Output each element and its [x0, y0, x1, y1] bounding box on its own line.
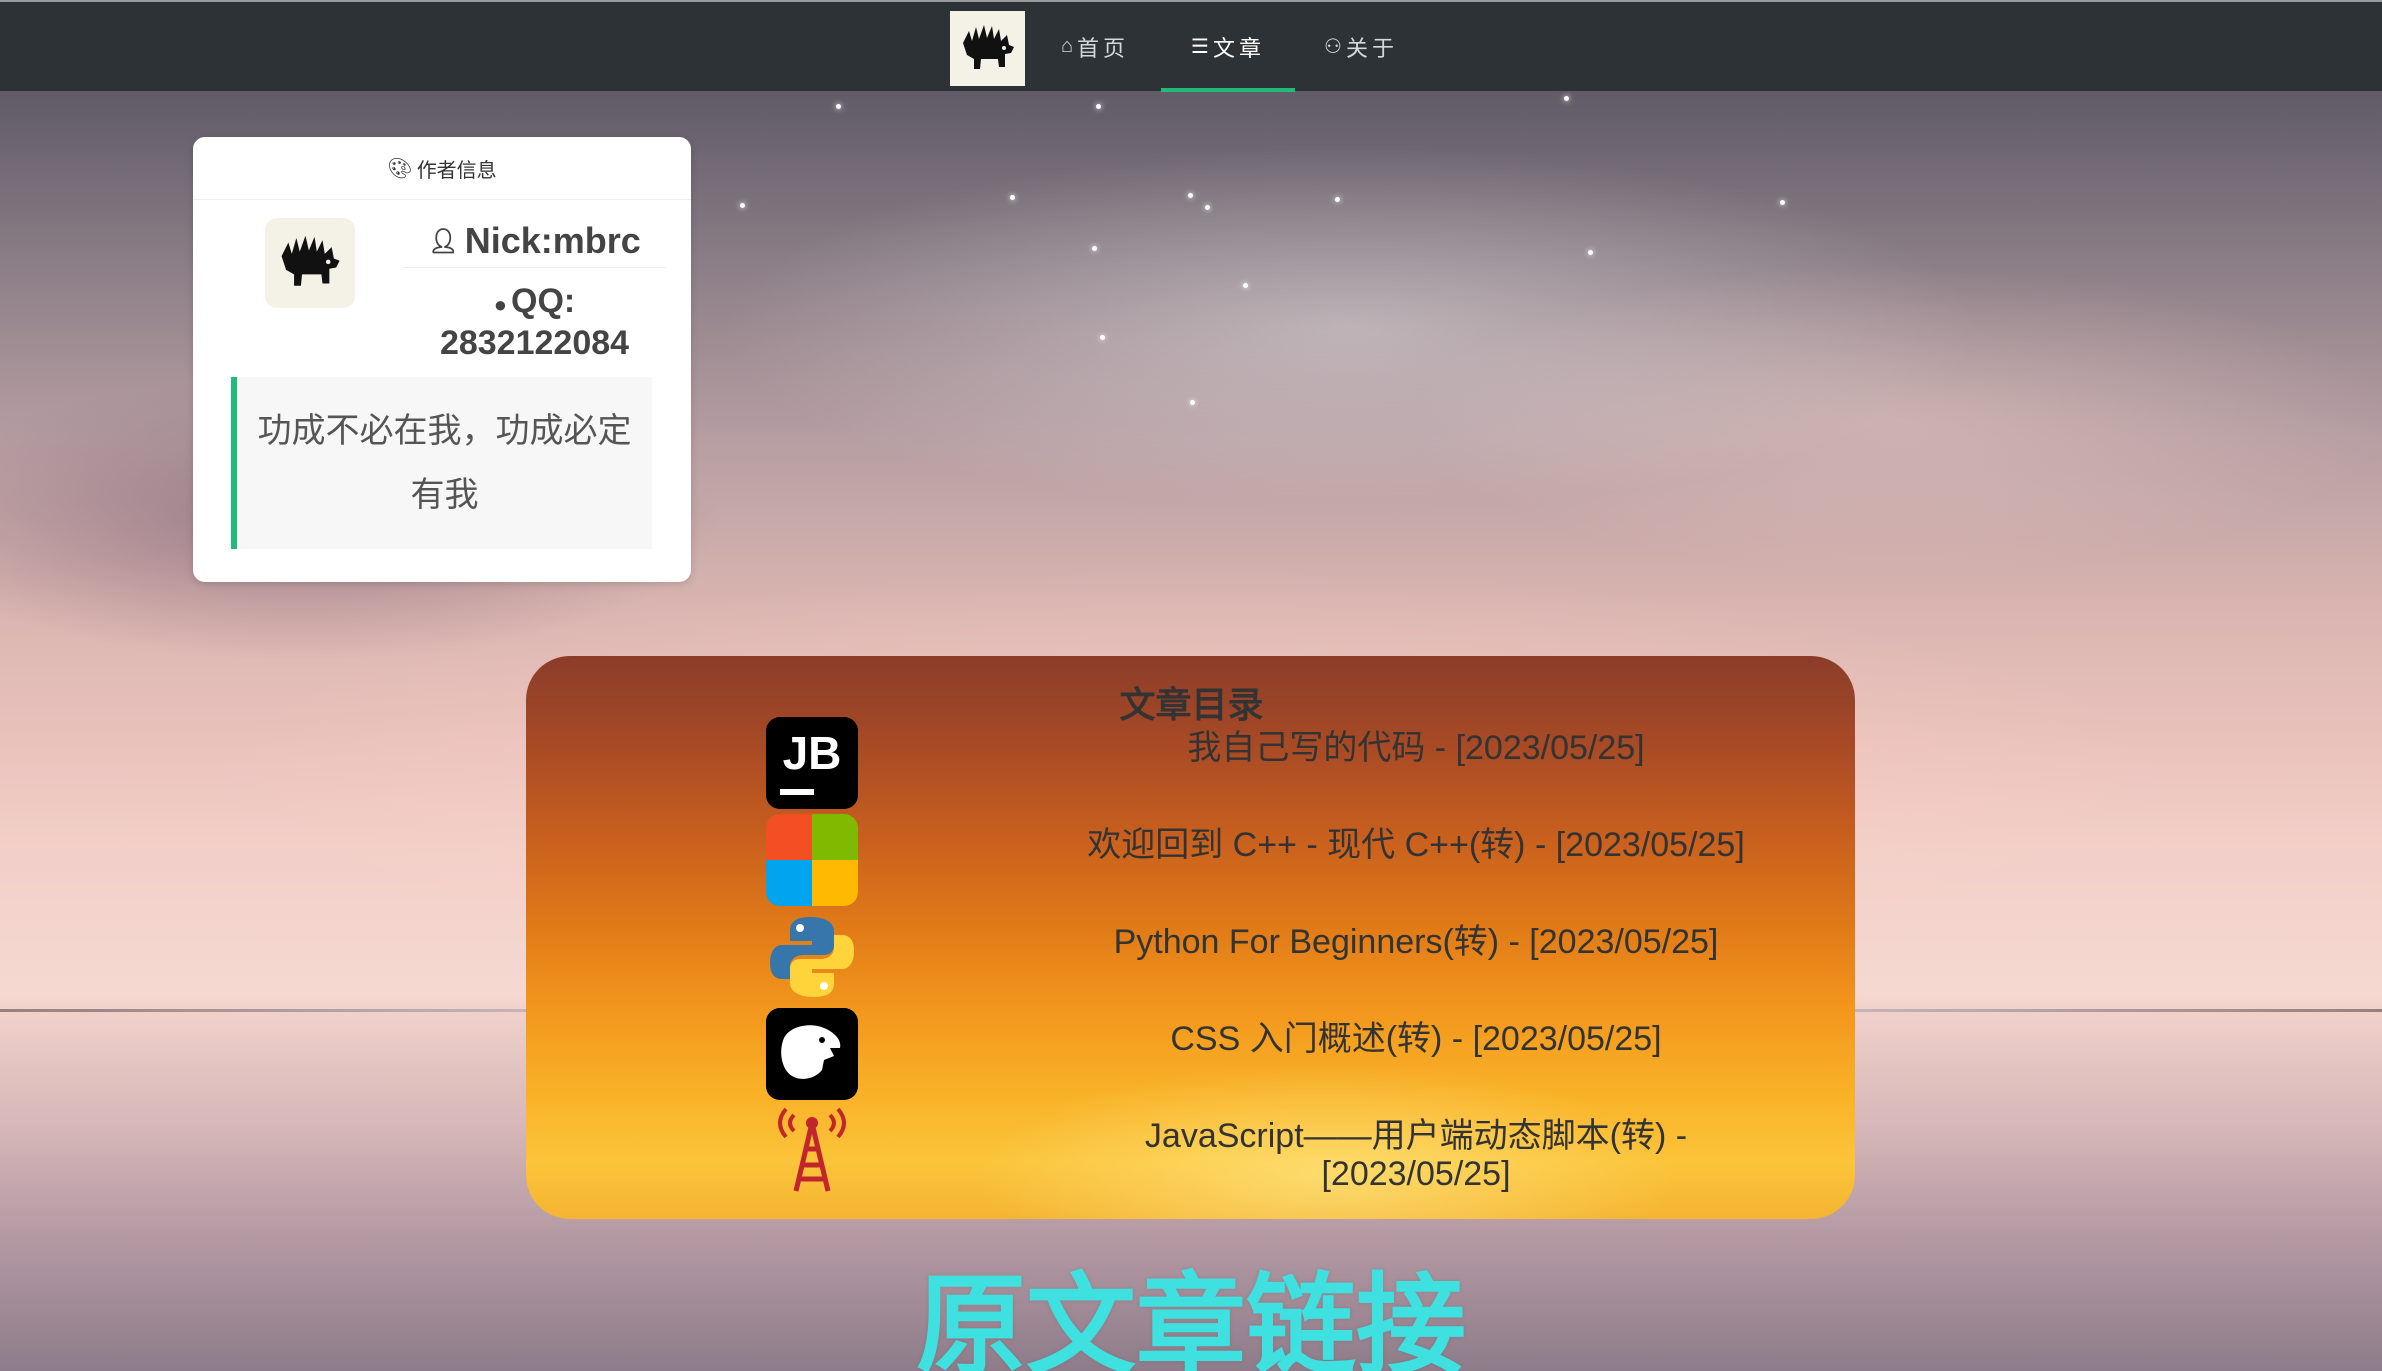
star [1096, 104, 1101, 109]
nav-item-home[interactable]: ⌂ 首页 [1040, 2, 1150, 91]
star [836, 104, 841, 109]
qq-number: 2832122084 [439, 324, 630, 362]
javascript-icon[interactable] [766, 1105, 858, 1197]
star [1335, 197, 1340, 202]
article-link[interactable]: 我自己写的代码 - [2023/05/25] [1046, 729, 1786, 767]
star [1010, 195, 1015, 200]
jetbrains-icon[interactable]: JB [766, 717, 858, 809]
nav-item-articles[interactable]: ☰ 文章 [1161, 2, 1295, 92]
article-catalog: 文章目录 JB 我自己写的代码 - [2023/05/25] 欢迎回到 C++ … [526, 656, 1855, 1219]
bull-avatar-icon [281, 235, 340, 286]
css-icon[interactable] [766, 1008, 858, 1100]
star [1092, 246, 1097, 251]
sliders-icon: ☰ [1191, 36, 1209, 58]
nav-item-about[interactable]: ⚇ 关于 [1306, 2, 1416, 91]
author-nick: 👤︎ Nick:mbrc [403, 215, 666, 268]
article-item: JavaScript——用户端动态脚本(转) - [2023/05/25] [526, 1105, 1855, 1197]
author-info-card: 🎨︎ 作者信息 👤︎ Nick:mbrc ● QQ: 2832122084 功成不… [193, 137, 691, 582]
author-qq: ● QQ: 2832122084 [403, 282, 666, 362]
star [1243, 283, 1248, 288]
star [1780, 200, 1785, 205]
nav-item-label: 文章 [1212, 35, 1265, 61]
star [740, 203, 745, 208]
nav-item-label: 关于 [1345, 35, 1398, 61]
article-link[interactable]: JavaScript——用户端动态脚本(转) - [2023/05/25] [1046, 1117, 1786, 1193]
qq-label: QQ: [511, 282, 576, 320]
svg-text:JB: JB [783, 727, 842, 779]
qq-icon: ● [493, 292, 508, 317]
bull-logo-icon [962, 24, 1014, 69]
article-item: Python For Beginners(转) - [2023/05/25] [526, 911, 1855, 1003]
avatar [265, 218, 355, 308]
star [1100, 335, 1105, 340]
article-item: JB 我自己写的代码 - [2023/05/25] [526, 717, 1855, 809]
site-logo[interactable] [950, 11, 1025, 86]
article-item: CSS 入门概述(转) - [2023/05/25] [526, 1008, 1855, 1100]
article-link[interactable]: Python For Beginners(转) - [2023/05/25] [1046, 923, 1786, 961]
star [1564, 96, 1569, 101]
star [1588, 250, 1593, 255]
python-icon[interactable] [766, 911, 858, 1003]
article-link[interactable]: 欢迎回到 C++ - 现代 C++(转) - [2023/05/25] [1046, 826, 1786, 864]
nav-item-label: 首页 [1077, 35, 1130, 61]
palette-icon: 🎨︎ [387, 157, 413, 180]
card-header-label: 作者信息 [416, 159, 497, 182]
motto-text: 功成不必在我，功成必定有我 [257, 412, 632, 514]
star [1190, 400, 1195, 405]
person-icon: 👤︎ [428, 227, 459, 255]
star [1188, 193, 1193, 198]
article-item: 欢迎回到 C++ - 现代 C++(转) - [2023/05/25] [526, 814, 1855, 906]
article-link[interactable]: CSS 入门概述(转) - [2023/05/25] [1046, 1020, 1786, 1058]
microsoft-icon[interactable] [766, 814, 858, 906]
star [1205, 205, 1210, 210]
user-icon: ⚇ [1324, 36, 1342, 58]
top-navbar: ⌂ 首页 ☰ 文章 ⚇ 关于 [0, 0, 2382, 92]
card-header: 🎨︎ 作者信息 [193, 137, 691, 200]
original-article-link-heading[interactable]: 原文章链接 [0, 1262, 2382, 1371]
nick-text: Nick:mbrc [464, 220, 641, 261]
home-icon: ⌂ [1060, 35, 1074, 57]
author-motto: 功成不必在我，功成必定有我 [231, 377, 652, 549]
